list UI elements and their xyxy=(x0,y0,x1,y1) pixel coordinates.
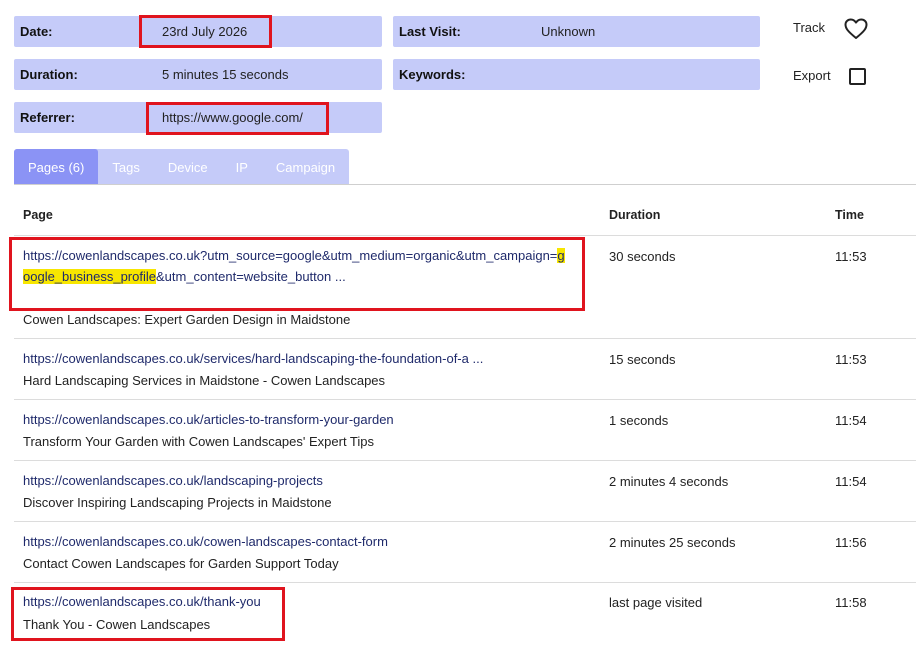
page-url-link[interactable]: https://cowenlandscapes.co.uk/services/h… xyxy=(23,348,568,369)
keywords-field: Keywords: xyxy=(393,59,760,90)
page-duration: 15 seconds xyxy=(609,352,676,367)
page-time: 11:56 xyxy=(835,535,867,550)
page-time: 11:53 xyxy=(835,352,867,367)
page-duration: 1 seconds xyxy=(609,413,669,428)
page-duration: 30 seconds xyxy=(609,249,676,264)
page-time: 11:54 xyxy=(835,474,867,489)
header-divider xyxy=(14,235,916,236)
page-url-link[interactable]: https://cowenlandscapes.co.uk/articles-t… xyxy=(23,409,568,430)
page-url-link[interactable]: https://cowenlandscapes.co.uk/cowen-land… xyxy=(23,531,568,552)
tab-campaign[interactable]: Campaign xyxy=(262,149,349,185)
referrer-label: Referrer: xyxy=(20,110,75,125)
page-duration: 2 minutes 4 seconds xyxy=(609,474,729,489)
page-time: 11:53 xyxy=(835,249,867,264)
row-divider xyxy=(14,582,916,583)
tab-pages[interactable]: Pages (6) xyxy=(14,149,99,185)
url-part: &utm_content=website_button ... xyxy=(155,269,346,284)
page-title: Thank You - Cowen Landscapes xyxy=(23,617,211,632)
duration-column-header: Duration xyxy=(609,208,661,222)
page-url-link[interactable]: https://cowenlandscapes.co.uk/landscapin… xyxy=(23,470,568,491)
page-time: 11:58 xyxy=(835,595,867,610)
time-column-header: Time xyxy=(835,208,864,222)
last-visit-field: Last Visit: Unknown xyxy=(393,16,760,47)
page-title: Hard Landscaping Services in Maidstone -… xyxy=(23,373,386,388)
page-url-link[interactable]: https://cowenlandscapes.co.uk/thank-you xyxy=(23,591,568,612)
referrer-value: https://www.google.com/ xyxy=(162,110,303,125)
page-duration: 2 minutes 25 seconds xyxy=(609,535,736,550)
tab-device[interactable]: Device xyxy=(154,149,222,185)
page-title: Discover Inspiring Landscaping Projects … xyxy=(23,495,332,510)
date-label: Date: xyxy=(20,24,53,39)
duration-label: Duration: xyxy=(20,67,78,82)
tab-divider xyxy=(14,184,916,185)
duration-value: 5 minutes 15 seconds xyxy=(162,67,289,82)
row-divider xyxy=(14,460,916,461)
tab-bar: Pages (6) Tags Device IP Campaign xyxy=(14,149,350,185)
track-label: Track xyxy=(793,20,826,35)
date-field: Date: 23rd July 2026 xyxy=(14,16,382,47)
page-title: Cowen Landscapes: Expert Garden Design i… xyxy=(23,312,351,327)
export-checkbox[interactable] xyxy=(849,68,866,85)
page-column-header: Page xyxy=(23,208,53,222)
url-part: https://cowenlandscapes.co.uk?utm_source… xyxy=(23,248,558,263)
keywords-label: Keywords: xyxy=(399,67,466,82)
page-url-link[interactable]: https://cowenlandscapes.co.uk?utm_source… xyxy=(23,245,568,287)
referrer-field: Referrer: https://www.google.com/ xyxy=(14,102,382,133)
duration-field: Duration: 5 minutes 15 seconds xyxy=(14,59,382,90)
last-visit-label: Last Visit: xyxy=(399,24,461,39)
export-label: Export xyxy=(793,68,831,83)
page-title: Contact Cowen Landscapes for Garden Supp… xyxy=(23,556,339,571)
tab-tags[interactable]: Tags xyxy=(98,149,153,185)
page-time: 11:54 xyxy=(835,413,867,428)
row-divider xyxy=(14,399,916,400)
row-divider xyxy=(14,521,916,522)
heart-icon[interactable] xyxy=(844,18,868,45)
date-value: 23rd July 2026 xyxy=(162,24,248,39)
last-visit-value: Unknown xyxy=(541,24,596,39)
tab-ip[interactable]: IP xyxy=(222,149,262,185)
page-title: Transform Your Garden with Cowen Landsca… xyxy=(23,434,375,449)
row-divider xyxy=(14,338,916,339)
page-duration: last page visited xyxy=(609,595,703,610)
